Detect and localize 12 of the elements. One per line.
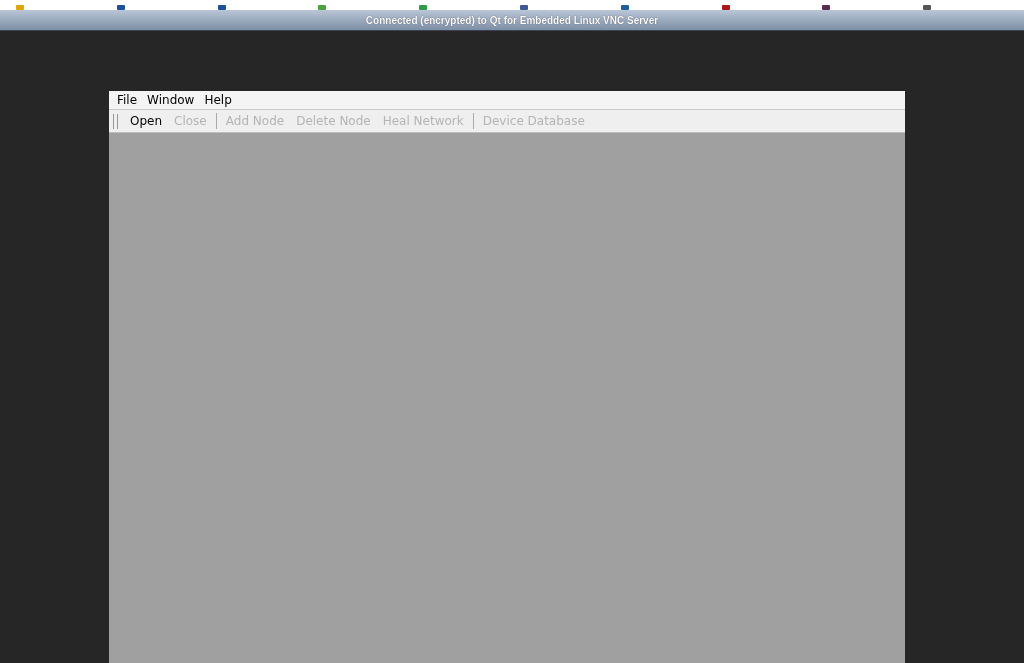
toolbar-button[interactable]: Open: [124, 114, 169, 128]
bookmark-icon[interactable]: [116, 5, 125, 10]
menu-item[interactable]: Window: [142, 93, 200, 107]
menu-item[interactable]: Help: [199, 93, 237, 107]
bookmark-icon[interactable]: [217, 5, 226, 10]
bookmark-icon[interactable]: [923, 5, 932, 10]
bookmark-icon[interactable]: [822, 5, 831, 10]
bookmark-icon[interactable]: [721, 5, 730, 10]
menu-item[interactable]: File: [112, 93, 143, 107]
bookmark-icon[interactable]: [620, 5, 629, 10]
toolbar-grip-icon[interactable]: [113, 113, 118, 129]
window-title: Connected (encrypted) to Qt for Embedded Linux VNC Server: [365, 14, 659, 26]
